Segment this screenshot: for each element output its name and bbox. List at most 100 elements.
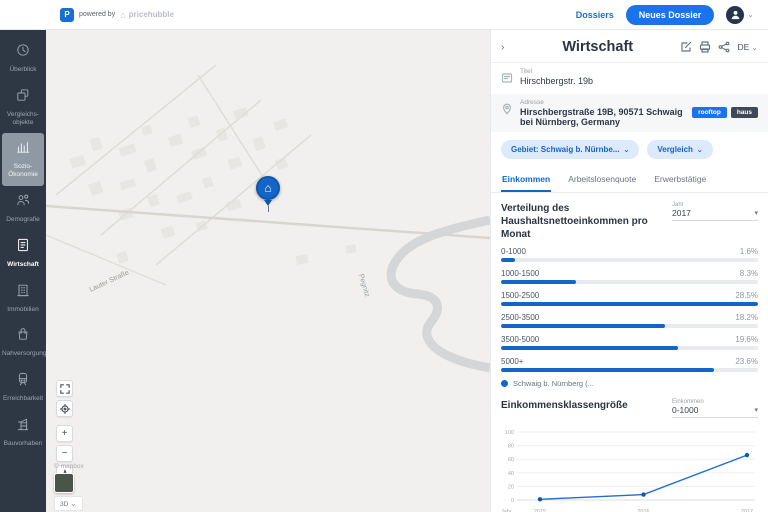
sidebar-item-label: Erreichbarkeit	[3, 395, 43, 403]
sidebar-item-demography[interactable]: Demografie	[0, 186, 46, 231]
dossiers-link[interactable]: Dossiers	[576, 10, 614, 20]
bar-category-label: 1500-2500	[501, 291, 539, 300]
section-title: Verteilung des Haushaltsnettoeinkommen p…	[501, 202, 661, 241]
sidebar-item-supply[interactable]: Nahversorgung	[0, 320, 46, 365]
zoom-out-button[interactable]: −	[56, 445, 73, 462]
sidebar-item-label: Bauvorhaben	[4, 440, 43, 448]
chevron-down-icon: ⌄	[751, 43, 758, 52]
sidebar-item-overview[interactable]: Überblick	[0, 36, 46, 81]
bar-track	[501, 346, 758, 350]
sidebar-item-label: Wirtschaft	[7, 261, 39, 269]
property-map-pin[interactable]: ⌂	[256, 176, 280, 212]
year-select[interactable]: Jahr 2017▾	[672, 202, 758, 221]
map-canvas[interactable]: Lauter Straße Pegnitz ⌂ + − © mapbox 3D …	[46, 30, 490, 512]
sidebar-item-compare[interactable]: Vergleichs­objekte	[0, 81, 46, 134]
svg-text:0: 0	[511, 498, 514, 504]
map-style-switcher[interactable]	[54, 473, 74, 493]
sidebar-item-label: Überblick	[9, 66, 36, 74]
bar-category-label: 5000+	[501, 357, 523, 366]
bar-percentage: 19.6%	[735, 335, 758, 344]
address-value: Hirschbergstraße 19B, 90571 Schwaig bei …	[520, 107, 685, 127]
sidebar-item-realestate[interactable]: Immobilien	[0, 276, 46, 321]
detail-panel: › Wirtschaft DE⌄ Titel Hirschbergstr. 19…	[490, 30, 768, 512]
zoom-in-button[interactable]: +	[56, 425, 73, 442]
area-filter-pill[interactable]: Gebiet: Schwaig b. Nürnbe...⌄	[501, 140, 639, 159]
compare-filter-pill[interactable]: Vergleich⌄	[647, 140, 712, 159]
line-data-point[interactable]	[641, 492, 645, 496]
bar-track	[501, 258, 758, 262]
user-menu[interactable]: ⌄	[726, 6, 754, 24]
address-label: Adresse	[520, 99, 685, 106]
sidebar-item-label: Demografie	[6, 216, 40, 224]
overview-icon	[15, 42, 31, 63]
brand-area: P powered by ⌂pricehubble	[60, 8, 174, 22]
map-style-label[interactable]: 3D ⌄	[54, 496, 83, 511]
svg-text:100: 100	[505, 430, 514, 436]
select-value: 0-1000	[672, 405, 698, 415]
fullscreen-button[interactable]	[56, 380, 73, 397]
sidebar-item-label: Vergleichs­objekte	[2, 111, 44, 127]
income-bars: 0-10001.6%1000-15008.3%1500-250028.5%250…	[501, 247, 758, 372]
bar-percentage: 18.2%	[735, 313, 758, 322]
map-attribution[interactable]: © mapbox	[54, 463, 84, 470]
bar-category-label: 3500-5000	[501, 335, 539, 344]
sidebar-item-label: Sozio-Ökonomie	[4, 163, 42, 179]
filter-pills: Gebiet: Schwaig b. Nürnbe...⌄ Vergleich⌄	[491, 132, 768, 165]
panel-title: Wirtschaft	[515, 39, 680, 55]
sidebar-item-economy[interactable]: Wirtschaft	[0, 231, 46, 276]
bar-track	[501, 280, 758, 284]
line-data-point[interactable]	[745, 453, 749, 457]
locate-button[interactable]	[56, 400, 73, 417]
language-selector[interactable]: DE⌄	[737, 42, 758, 52]
share-icon[interactable]	[718, 41, 730, 53]
svg-text:60: 60	[508, 457, 514, 463]
bar-fill	[501, 258, 515, 262]
print-icon[interactable]	[699, 41, 711, 53]
legend-label: Schwaig b. Nürnberg (...	[513, 379, 594, 388]
partner-logo-text: pricehubble	[129, 10, 174, 19]
bar-track	[501, 324, 758, 328]
bar-category-label: 2500-3500	[501, 313, 539, 322]
tab-erwerbstätige[interactable]: Erwerbstätige	[653, 169, 707, 192]
income-bar-row: 2500-3500 18.2%	[501, 313, 758, 328]
income-distribution-section: Verteilung des Haushaltsnettoeinkommen p…	[491, 193, 768, 388]
edit-icon[interactable]	[680, 41, 692, 53]
tab-einkommen[interactable]: Einkommen	[501, 169, 551, 192]
new-dossier-button[interactable]: Neues Dossier	[626, 5, 715, 25]
panel-header: › Wirtschaft DE⌄	[491, 30, 768, 63]
bar-percentage: 28.5%	[735, 291, 758, 300]
income-bar-row: 3500-5000 19.6%	[501, 335, 758, 350]
income-class-select[interactable]: Einkommen 0-1000▾	[672, 399, 758, 418]
bar-fill	[501, 324, 665, 328]
income-bar-row: 1500-2500 28.5%	[501, 291, 758, 306]
income-bar-row: 1000-15008.3%	[501, 269, 758, 284]
powered-by-text: powered by	[79, 11, 115, 18]
pin-stem	[268, 206, 269, 212]
topbar-actions: Dossiers Neues Dossier ⌄	[576, 5, 754, 25]
bar-category-label: 0-1000	[501, 247, 526, 256]
sidebar-item-mobility[interactable]: Erreichbarkeit	[0, 365, 46, 410]
chevron-down-icon: ⌄	[623, 146, 629, 154]
partner-logo-icon: ⌂	[120, 10, 125, 20]
compare-icon	[15, 87, 31, 108]
collapse-panel-button[interactable]: ›	[501, 42, 515, 53]
map-pin-icon	[501, 99, 513, 120]
geocoding-badge: rooftop	[692, 107, 727, 118]
panel-header-actions: DE⌄	[680, 41, 758, 53]
sidebar-item-socio[interactable]: Sozio-Ökonomie	[2, 133, 44, 186]
partner-logo: ⌂ pricehubble	[120, 10, 174, 20]
sidebar-item-construction[interactable]: Bauvorhaben	[0, 410, 46, 455]
chevron-down-icon: ▾	[754, 406, 758, 414]
topbar: P powered by ⌂pricehubble Dossiers Neues…	[0, 0, 768, 30]
title-label: Titel	[520, 68, 758, 75]
economy-icon	[15, 237, 31, 258]
tab-arbeitslosenquote[interactable]: Arbeitslosenquote	[567, 169, 637, 192]
line-data-point[interactable]	[538, 497, 542, 501]
realestate-icon	[15, 282, 31, 303]
legend-dot-icon	[501, 380, 508, 387]
bar-track	[501, 302, 758, 306]
svg-text:20: 20	[508, 484, 514, 490]
property-type-badge: haus	[731, 107, 758, 118]
panel-tabs: Einkommen Arbeitslosenquote Erwerbstätige	[491, 165, 768, 193]
chevron-down-icon: ⌄	[697, 146, 703, 154]
